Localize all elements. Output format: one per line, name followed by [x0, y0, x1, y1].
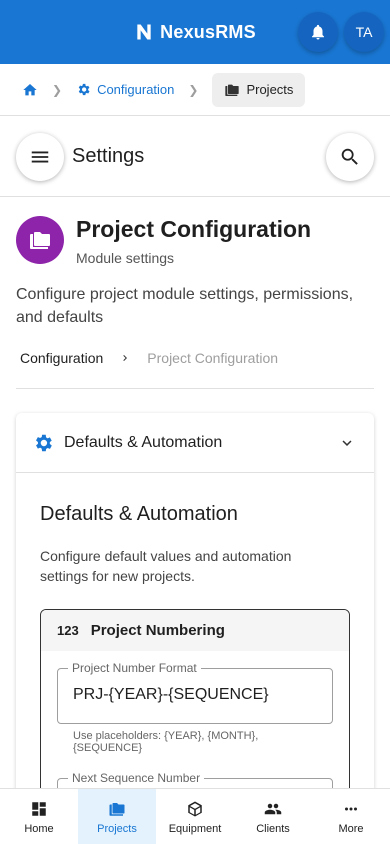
sub-breadcrumb-configuration[interactable]: Configuration: [20, 350, 103, 366]
settings-title: Settings: [72, 145, 145, 167]
chevron-down-icon[interactable]: [338, 434, 356, 452]
search-button[interactable]: [326, 133, 374, 181]
chevron-right-icon: ❯: [188, 82, 199, 97]
menu-button[interactable]: [16, 132, 64, 181]
nav-projects-label: Projects: [97, 822, 137, 835]
project-numbering-panel: 123 Project Numbering Project Number For…: [40, 609, 350, 813]
chevron-right-icon: [119, 352, 131, 364]
nav-more[interactable]: More: [312, 789, 390, 844]
gear-icon: [32, 432, 54, 454]
brand-name: NexusRMS: [160, 21, 256, 42]
nav-more-label: More: [338, 822, 364, 835]
page-description: Configure project module settings, permi…: [16, 286, 354, 326]
cube-icon: [188, 801, 202, 816]
folder-icon: [30, 232, 50, 249]
accordion-title: Defaults & Automation: [64, 433, 223, 451]
nav-equipment[interactable]: Equipment: [156, 789, 234, 844]
nav-home-label: Home: [24, 822, 54, 835]
section-description: Configure default values and automation …: [40, 548, 292, 584]
settings-header: Settings: [0, 117, 390, 197]
avatar-initials: TA: [355, 24, 373, 40]
gear-icon: [78, 83, 90, 96]
nav-projects[interactable]: Projects: [78, 789, 156, 844]
nav-clients-label: Clients: [256, 822, 290, 835]
more-icon: [345, 807, 357, 810]
breadcrumb: ❯ Configuration ❯ Projects: [0, 64, 390, 116]
breadcrumb-current-label: Projects: [246, 82, 294, 97]
brand-logo-icon: [137, 24, 151, 40]
numbers-icon: 123: [57, 623, 79, 638]
breadcrumb-home[interactable]: [22, 82, 38, 98]
project-number-format-helper: Use placeholders: {YEAR}, {MONTH}, {SEQU…: [73, 730, 259, 754]
project-numbering-title: Project Numbering: [90, 622, 225, 639]
brand[interactable]: NexusRMS: [134, 22, 256, 43]
folder-icon: [109, 802, 125, 816]
menu-icon: [31, 151, 49, 162]
home-icon: [23, 83, 37, 95]
breadcrumb-current: Projects: [212, 72, 306, 107]
page-header: Project Configuration Module settings: [16, 216, 311, 266]
project-number-format-value: PRJ-{YEAR}-{SEQUENCE}: [73, 686, 269, 703]
breadcrumb-configuration-label: Configuration: [97, 82, 175, 97]
user-avatar-button[interactable]: TA: [344, 12, 384, 52]
project-number-format-field[interactable]: Project Number Format PRJ-{YEAR}-{SEQUEN…: [57, 661, 333, 724]
breadcrumb-configuration[interactable]: Configuration: [76, 82, 174, 97]
dashboard-icon: [32, 801, 46, 816]
bottom-navigation: Home Projects Equipment Clients More: [0, 788, 390, 844]
page-avatar: [16, 216, 64, 264]
people-icon: [264, 803, 282, 814]
sub-breadcrumb-current: Project Configuration: [147, 350, 279, 366]
chevron-right-icon: ❯: [52, 82, 63, 97]
accordion-header[interactable]: Defaults & Automation: [16, 413, 374, 473]
section-title: Defaults & Automation: [40, 503, 238, 525]
search-icon: [341, 148, 358, 165]
divider: [16, 388, 374, 389]
project-numbering-header: 123 Project Numbering: [41, 610, 349, 651]
nav-home[interactable]: Home: [0, 789, 78, 844]
notifications-button[interactable]: [298, 12, 338, 52]
sub-breadcrumb: Configuration Project Configuration: [20, 350, 278, 366]
app-bar: NexusRMS TA: [0, 0, 390, 64]
folder-icon: [225, 84, 240, 96]
page-title: Project Configuration: [76, 216, 312, 242]
nav-clients[interactable]: Clients: [234, 789, 312, 844]
nav-equipment-label: Equipment: [168, 822, 222, 835]
defaults-automation-card: Defaults & Automation Defaults & Automat…: [16, 413, 374, 813]
page-subtitle: Module settings: [76, 250, 175, 266]
bell-icon: [312, 24, 324, 40]
project-number-format-label: Project Number Format: [68, 661, 201, 675]
next-sequence-number-label: Next Sequence Number: [68, 771, 205, 785]
